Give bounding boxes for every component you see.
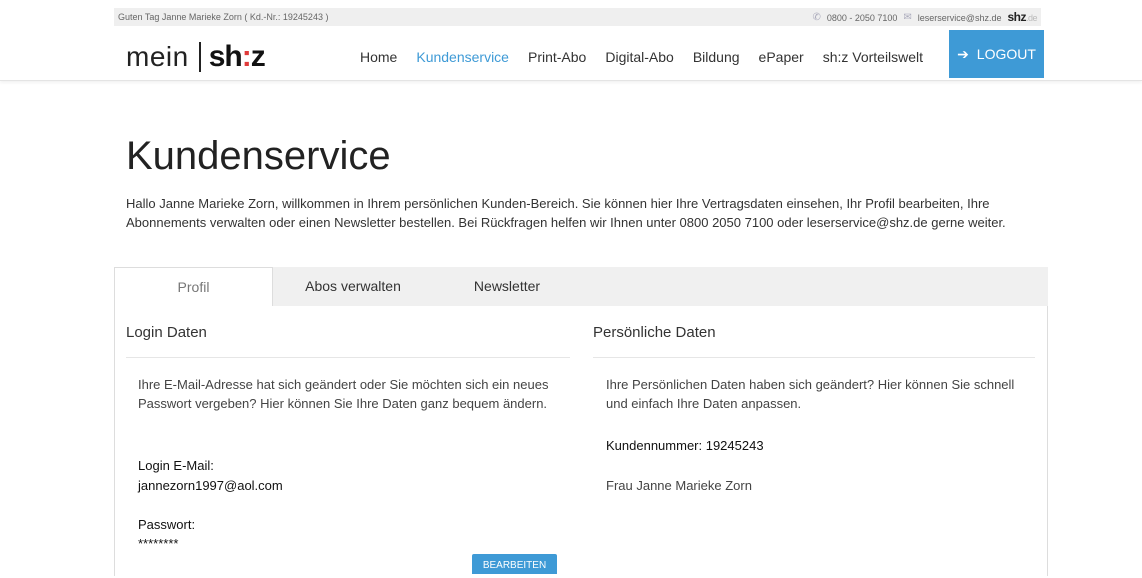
personal-description: Ihre Persönlichen Daten haben sich geänd… [606, 377, 1015, 411]
logo-shz: sh:z [208, 40, 266, 74]
nav-item-epaper[interactable]: ePaper [759, 49, 804, 65]
contact-info: ✆ 0800 - 2050 7100 ✉ leserservice@shz.de… [812, 8, 1037, 27]
customer-name: Frau Janne Marieke Zorn [606, 478, 752, 493]
phone-icon: ✆ [812, 11, 821, 23]
phone-number[interactable]: 0800 - 2050 7100 [827, 9, 898, 27]
logout-label: LOGOUT [976, 46, 1036, 62]
top-utility-bar-inner: Guten Tag Janne Marieke Zorn ( Kd.-Nr.: … [114, 8, 1041, 26]
login-email-label: Login E-Mail: [138, 458, 214, 473]
divider [593, 357, 1035, 358]
nav-item-bildung[interactable]: Bildung [693, 49, 740, 65]
page-title: Kundenservice [126, 134, 391, 178]
logo-mein: mein [126, 41, 189, 72]
nav-item-kundenservice[interactable]: Kundenservice [416, 49, 509, 65]
brand-name: shz [1007, 10, 1026, 24]
tab-newsletter[interactable]: Newsletter [435, 267, 579, 306]
logo-shz-part: z [250, 40, 266, 73]
logo-divider [198, 42, 201, 72]
tab-profil[interactable]: Profil [114, 267, 273, 308]
profile-tabs: Profil Abos verwalten Newsletter [114, 267, 1048, 308]
customer-number: Kundennummer: 19245243 [606, 438, 764, 453]
edit-button[interactable]: BEARBEITEN [472, 554, 557, 574]
mein-shz-logo[interactable]: mein sh:z [126, 40, 266, 74]
personal-data-heading: Persönliche Daten [593, 324, 716, 341]
nav-item-home[interactable]: Home [360, 49, 397, 65]
logout-button[interactable]: ➔ LOGOUT [949, 30, 1044, 78]
top-utility-bar: Guten Tag Janne Marieke Zorn ( Kd.-Nr.: … [0, 0, 1142, 34]
greeting-text: Guten Tag Janne Marieke Zorn ( Kd.-Nr.: … [118, 12, 329, 22]
main-nav: Home Kundenservice Print-Abo Digital-Abo… [360, 34, 942, 80]
contact-email[interactable]: leserservice@shz.de [918, 9, 1002, 27]
brand-tld: .de [1025, 13, 1038, 23]
divider [126, 357, 570, 358]
password-label: Passwort: [138, 517, 196, 532]
login-description: Ihre E-Mail-Adresse hat sich geändert od… [138, 377, 549, 411]
mail-icon: ✉ [903, 11, 912, 23]
nav-item-vorteilswelt[interactable]: sh:z Vorteilswelt [823, 49, 923, 65]
intro-text: Hallo Janne Marieke Zorn, willkommen in … [126, 196, 1006, 230]
logout-icon: ➔ [957, 45, 969, 62]
login-email-value: jannezorn1997@aol.com [138, 478, 283, 493]
login-data-heading: Login Daten [126, 324, 207, 341]
logo-shz-colon: : [241, 40, 252, 73]
password-value: ******** [138, 536, 179, 551]
tab-abos-verwalten[interactable]: Abos verwalten [273, 267, 433, 306]
shz-brand-link[interactable]: shz.de [1007, 8, 1037, 27]
main-header: mein sh:z Home Kundenservice Print-Abo D… [0, 30, 1142, 81]
nav-item-print-abo[interactable]: Print-Abo [528, 49, 586, 65]
logo-shz-part: sh [208, 40, 243, 73]
nav-item-digital-abo[interactable]: Digital-Abo [605, 49, 673, 65]
tab-panel-profil [114, 306, 1048, 576]
